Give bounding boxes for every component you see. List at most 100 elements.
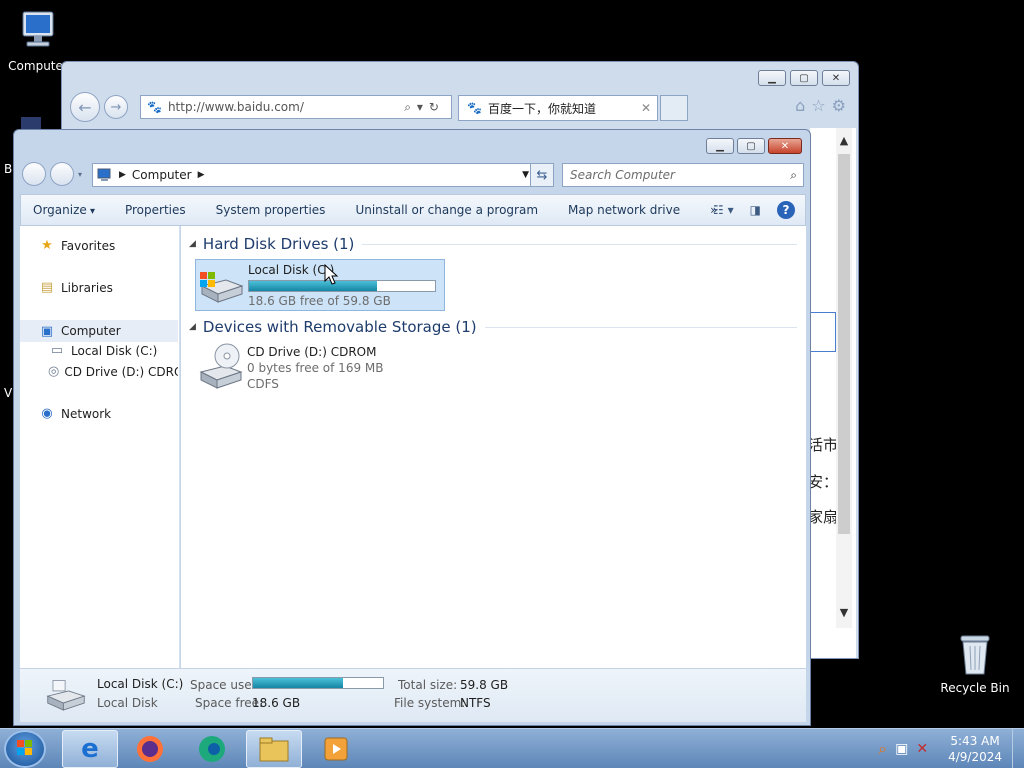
ie-scroll-thumb[interactable] — [838, 154, 850, 534]
explorer-back-button[interactable] — [22, 162, 46, 186]
explorer-caption-buttons: ▁ ▢ ✕ — [706, 138, 802, 154]
search-input[interactable]: Search Computer ⌕ — [562, 163, 804, 187]
ie-page-input-box[interactable] — [810, 312, 836, 352]
taskbar-media[interactable] — [308, 730, 364, 768]
taskbar-firefox[interactable] — [122, 730, 178, 768]
recycle-bin-icon — [960, 635, 990, 675]
ie-close-button[interactable]: ✕ — [822, 70, 850, 86]
desktop-label-fragment: V — [4, 386, 13, 400]
drive-free-text: 0 bytes free of 169 MB — [247, 361, 384, 375]
map-network-drive-button[interactable]: Map network drive — [568, 203, 680, 217]
group-header-label: Hard Disk Drives (1) — [202, 235, 355, 253]
drive-usage-bar — [248, 280, 436, 292]
breadcrumb-arrow-icon[interactable]: ▶ — [198, 170, 205, 180]
computer-icon — [22, 11, 54, 47]
taskbar-browser[interactable] — [184, 730, 240, 768]
network-icon: ◉ — [41, 406, 53, 421]
explorer-address-bar[interactable]: ▶ Computer ▶ ▼ — [92, 163, 534, 187]
ie-address-tools-icon[interactable]: ⌕▾↻ — [404, 100, 451, 115]
ie-maximize-button[interactable]: ▢ — [790, 70, 818, 86]
nav-item-label: Network — [61, 406, 112, 421]
nav-item-favorites[interactable]: ★ Favorites — [38, 238, 115, 253]
computer-small-icon: ▣ — [40, 323, 54, 339]
taskbar-ie[interactable]: e — [62, 730, 118, 768]
collapse-triangle-icon[interactable]: ◢ — [189, 239, 196, 249]
nav-item-label: Local Disk (C:) — [71, 343, 158, 358]
scroll-down-icon[interactable]: ▼ — [836, 606, 852, 619]
favorites-star-icon[interactable]: ☆ — [811, 96, 825, 115]
breadcrumb-computer[interactable]: Computer — [132, 168, 192, 182]
hard-drive-large-icon — [46, 680, 86, 711]
drive-free-text: 18.6 GB free of 59.8 GB — [248, 294, 391, 308]
nav-item-label: Libraries — [61, 280, 113, 295]
refresh-button[interactable]: ⇆ — [530, 163, 554, 187]
ie-url-text: http://www.baidu.com/ — [167, 100, 304, 114]
network-status-icon[interactable]: ▣ — [895, 741, 908, 757]
action-center-icon[interactable]: ⌕ — [878, 739, 887, 759]
media-player-icon — [324, 737, 348, 761]
desktop-recycle-bin[interactable]: Recycle Bin — [940, 630, 1010, 695]
explorer-window[interactable]: ▁ ▢ ✕ ▾ ▶ Computer ▶ ▼ ⇆ Search Computer… — [13, 129, 811, 726]
nav-item-local-disk[interactable]: ▭ Local Disk (C:) — [48, 343, 157, 358]
drive-name: Local Disk (C:) — [248, 263, 335, 277]
ie-tab[interactable]: 🐾 百度一下，你就知道 ✕ — [458, 95, 658, 121]
desktop-label-fragment: B — [4, 162, 13, 176]
hard-drive-icon: ▭ — [50, 343, 64, 358]
cd-drive-icon: ◎ — [48, 364, 60, 379]
start-button[interactable] — [4, 730, 46, 768]
home-icon[interactable]: ⌂ — [795, 96, 805, 115]
change-view-icon[interactable]: ☷ ▾ — [713, 203, 734, 217]
explorer-maximize-button[interactable]: ▢ — [737, 138, 765, 154]
ie-new-tab-button[interactable] — [660, 95, 688, 121]
ie-back-button[interactable]: ← — [70, 92, 100, 122]
nav-item-computer[interactable]: ▣ Computer — [20, 320, 178, 342]
search-placeholder: Search Computer — [570, 168, 675, 182]
group-header-label: Devices with Removable Storage (1) — [202, 318, 477, 336]
explorer-forward-button[interactable] — [50, 162, 74, 186]
ie-caption-buttons: ▁ ▢ ✕ — [758, 70, 850, 86]
volume-muted-icon[interactable]: ✕ — [916, 741, 928, 757]
system-properties-button[interactable]: System properties — [216, 203, 326, 217]
properties-button[interactable]: Properties — [125, 203, 186, 217]
gear-icon[interactable]: ⚙ — [832, 96, 846, 115]
details-pane: Local Disk (C:) Local Disk Space used: S… — [20, 668, 806, 722]
search-icon[interactable]: ⌕ — [790, 168, 803, 183]
uninstall-program-button[interactable]: Uninstall or change a program — [355, 203, 538, 217]
help-icon[interactable]: ? — [777, 201, 795, 219]
nav-item-network[interactable]: ◉ Network — [38, 406, 111, 421]
group-header-removable[interactable]: ◢ Devices with Removable Storage (1) — [189, 318, 797, 336]
recent-pages-chevron-icon[interactable]: ▾ — [78, 170, 82, 179]
taskbar-explorer[interactable] — [246, 730, 302, 768]
ie-forward-button[interactable]: → — [104, 95, 128, 119]
nav-item-label: CD Drive (D:) CDROM — [64, 364, 178, 379]
baidu-tab-icon: 🐾 — [467, 101, 482, 115]
explorer-close-button[interactable]: ✕ — [768, 138, 802, 154]
drive-tile-cd-drive[interactable]: CD Drive (D:) CDROM 0 bytes free of 169 … — [195, 342, 445, 402]
recycle-bin-label: Recycle Bin — [940, 681, 1010, 695]
ie-address-bar[interactable]: 🐾 http://www.baidu.com/ ⌕▾↻ — [140, 95, 452, 119]
organize-button[interactable]: Organize — [33, 203, 95, 217]
ie-tab-close-icon[interactable]: ✕ — [641, 101, 657, 115]
clock[interactable]: 5:43 AM 4/9/2024 — [948, 733, 1002, 765]
ie-page-text: 家扇 — [808, 508, 839, 526]
explorer-minimize-button[interactable]: ▁ — [706, 138, 734, 154]
taskbar: e ⌕ ▣ ✕ 5:43 AM 4/9/2024 — [0, 728, 1024, 768]
ie-minimize-button[interactable]: ▁ — [758, 70, 786, 86]
firefox-icon — [137, 736, 163, 762]
scroll-up-icon[interactable]: ▲ — [836, 134, 852, 147]
drive-tile-local-disk[interactable]: Local Disk (C:) 18.6 GB free of 59.8 GB — [195, 259, 445, 311]
group-divider — [484, 326, 797, 328]
breadcrumb-arrow-icon[interactable]: ▶ — [119, 170, 126, 180]
nav-item-libraries[interactable]: ▤ Libraries — [38, 280, 113, 295]
clock-date: 4/9/2024 — [948, 750, 1002, 764]
ie-page-text: 活市 — [808, 436, 839, 454]
system-tray: ⌕ ▣ ✕ 5:43 AM 4/9/2024 — [878, 729, 1024, 768]
file-system-label: File system: — [394, 696, 466, 710]
collapse-triangle-icon[interactable]: ◢ — [189, 322, 196, 332]
show-desktop-button[interactable] — [1012, 729, 1024, 768]
preview-pane-icon[interactable]: ◨ — [750, 203, 761, 217]
ie-scrollbar[interactable]: ▲ ▼ — [836, 128, 852, 628]
nav-item-cd-drive[interactable]: ◎ CD Drive (D:) CDROM — [48, 364, 178, 379]
group-header-hard-disk[interactable]: ◢ Hard Disk Drives (1) — [189, 235, 797, 253]
libraries-icon: ▤ — [40, 280, 54, 295]
